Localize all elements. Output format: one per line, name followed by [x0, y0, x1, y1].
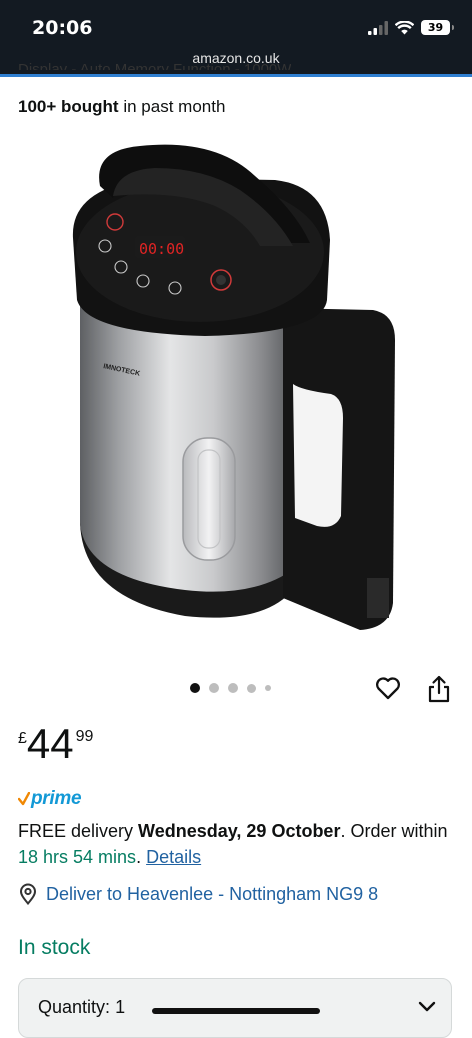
- gallery-dot[interactable]: [190, 683, 200, 693]
- delivery-suffix: .: [136, 847, 142, 867]
- prime-check-icon: [18, 792, 30, 806]
- gallery-dot[interactable]: [265, 685, 271, 691]
- price-whole: 44: [26, 720, 74, 767]
- price-currency: £: [18, 730, 27, 747]
- battery-icon: 39: [421, 20, 454, 35]
- page-load-bar: [0, 74, 472, 77]
- delivery-prefix: FREE delivery: [18, 821, 134, 841]
- delivery-mid: . Order within: [340, 821, 448, 841]
- bought-count-suffix: in past month: [123, 97, 226, 116]
- deliver-to-label[interactable]: Deliver to Heavenlee - Nottingham NG9 8: [46, 884, 378, 905]
- product-display-text: 00:00: [139, 240, 184, 258]
- share-icon[interactable]: [426, 674, 452, 704]
- signal-icon: [368, 20, 388, 35]
- gallery-dot[interactable]: [209, 683, 219, 693]
- home-indicator[interactable]: [152, 1008, 320, 1014]
- bought-count-value: 100+ bought: [18, 97, 119, 116]
- image-pagination[interactable]: [190, 683, 271, 693]
- location-pin-icon: [19, 883, 37, 905]
- delivery-details-link[interactable]: Details: [146, 847, 201, 867]
- delivery-date: Wednesday, 29 October: [138, 821, 341, 841]
- product-title: Display - Auto Memory Function - 1000W: [18, 61, 292, 70]
- gallery-dot[interactable]: [228, 683, 238, 693]
- status-time: 20:06: [32, 17, 93, 39]
- status-icons: 39: [368, 20, 454, 35]
- delivery-countdown: 18 hrs 54 mins: [18, 847, 137, 867]
- bought-count: 100+ bought in past month: [18, 97, 225, 117]
- battery-level: 39: [427, 21, 444, 34]
- price: £ 44 99: [18, 722, 93, 766]
- deliver-to-link[interactable]: Deliver to Heavenlee - Nottingham NG9 8: [18, 883, 378, 905]
- stock-status: In stock: [18, 936, 91, 959]
- chevron-down-icon: [418, 1001, 436, 1012]
- prime-badge: prime: [18, 788, 82, 810]
- heart-icon[interactable]: [374, 674, 402, 702]
- wifi-icon: [395, 20, 414, 34]
- price-fraction: 99: [75, 728, 94, 745]
- delivery-info: FREE delivery Wednesday, 29 October. Ord…: [18, 818, 458, 870]
- quantity-label: Quantity: 1: [38, 997, 126, 1017]
- prime-label: prime: [31, 788, 82, 809]
- product-image[interactable]: IMNOTECK 00:00: [55, 128, 415, 668]
- quantity-value: 1: [115, 997, 126, 1017]
- gallery-dot[interactable]: [247, 683, 256, 693]
